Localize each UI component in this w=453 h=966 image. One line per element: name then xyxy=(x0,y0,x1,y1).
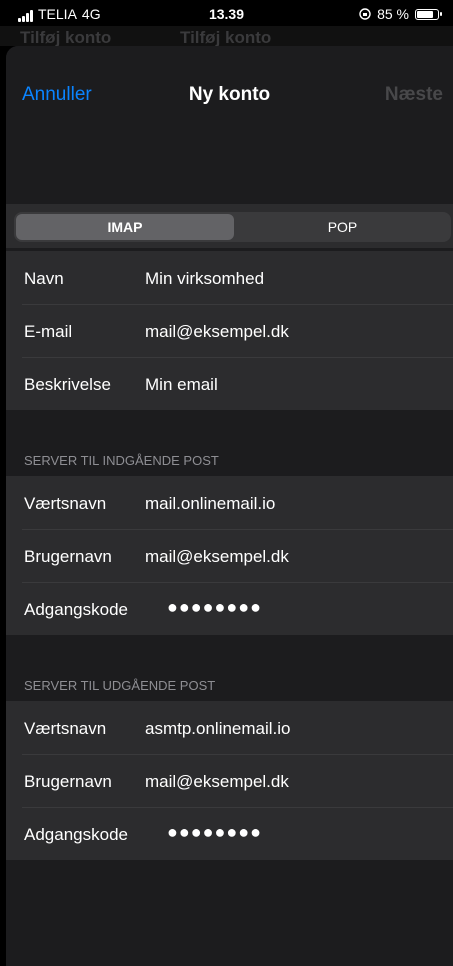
outgoing-password-row[interactable]: Adgangskode ●●●●●●●● xyxy=(6,807,453,860)
incoming-host-label: Værtsnavn xyxy=(24,494,107,513)
outgoing-host-row[interactable]: Værtsnavn asmtp.onlinemail.io xyxy=(6,701,453,754)
outgoing-user-field[interactable]: mail@eksempel.dk xyxy=(145,772,289,792)
incoming-server-group: Værtsnavn mail.onlinemail.io Brugernavn … xyxy=(6,476,453,635)
outgoing-user-label: Brugernavn xyxy=(24,772,112,791)
outgoing-user-row[interactable]: Brugernavn mail@eksempel.dk xyxy=(6,754,453,807)
outgoing-password-label: Adgangskode xyxy=(24,825,128,844)
battery-info: 85 % xyxy=(359,6,442,22)
protocol-segmented-control: IMAP POP xyxy=(14,212,451,242)
segment-imap[interactable]: IMAP xyxy=(16,214,234,240)
outgoing-server-group: Værtsnavn asmtp.onlinemail.io Brugernavn… xyxy=(6,701,453,860)
navigation-bar: Annuller Ny konto Næste xyxy=(6,46,453,126)
new-account-sheet: Annuller Ny konto Næste IMAP POP Navn Mi… xyxy=(6,46,453,966)
background-title: Tilføj konto xyxy=(180,28,272,47)
incoming-server-header: SERVER TIL INDGÅENDE POST xyxy=(24,453,219,468)
battery-level xyxy=(417,10,434,18)
email-row[interactable]: E-mail mail@eksempel.dk xyxy=(6,304,453,357)
name-field[interactable]: Min virksomhed xyxy=(145,269,264,289)
incoming-user-label: Brugernavn xyxy=(24,547,112,566)
account-info-group: Navn Min virksomhed E-mail mail@eksempel… xyxy=(6,251,453,410)
background-navigation-bar: Tilføj konto Tilføj konto xyxy=(0,26,453,47)
status-bar: TELIA 4G 13.39 85 % xyxy=(0,0,453,26)
email-label: E-mail xyxy=(24,322,73,341)
incoming-user-field[interactable]: mail@eksempel.dk xyxy=(145,547,289,567)
outgoing-host-field[interactable]: asmtp.onlinemail.io xyxy=(145,719,291,739)
incoming-password-field[interactable]: ●●●●●●●● xyxy=(167,597,262,618)
description-row[interactable]: Beskrivelse Min email xyxy=(6,357,453,410)
name-row[interactable]: Navn Min virksomhed xyxy=(6,251,453,304)
incoming-host-row[interactable]: Værtsnavn mail.onlinemail.io xyxy=(6,476,453,529)
description-label: Beskrivelse xyxy=(24,375,111,394)
next-button[interactable]: Næste xyxy=(385,84,443,106)
incoming-host-field[interactable]: mail.onlinemail.io xyxy=(145,494,275,514)
segment-pop[interactable]: POP xyxy=(234,212,451,242)
battery-icon xyxy=(415,8,442,20)
email-field[interactable]: mail@eksempel.dk xyxy=(145,322,289,342)
protocol-selector-group: IMAP POP xyxy=(6,204,453,248)
incoming-user-row[interactable]: Brugernavn mail@eksempel.dk xyxy=(6,529,453,582)
outgoing-server-header: SERVER TIL UDGÅENDE POST xyxy=(24,678,216,693)
outgoing-password-field[interactable]: ●●●●●●●● xyxy=(167,822,262,843)
background-back-button: Tilføj konto xyxy=(20,28,112,47)
battery-percent: 85 % xyxy=(377,6,409,22)
name-label: Navn xyxy=(24,269,64,288)
outgoing-host-label: Værtsnavn xyxy=(24,719,107,738)
incoming-password-label: Adgangskode xyxy=(24,600,128,619)
incoming-password-row[interactable]: Adgangskode ●●●●●●●● xyxy=(6,582,453,635)
rotation-lock-icon xyxy=(359,8,371,20)
description-field[interactable]: Min email xyxy=(145,375,218,395)
